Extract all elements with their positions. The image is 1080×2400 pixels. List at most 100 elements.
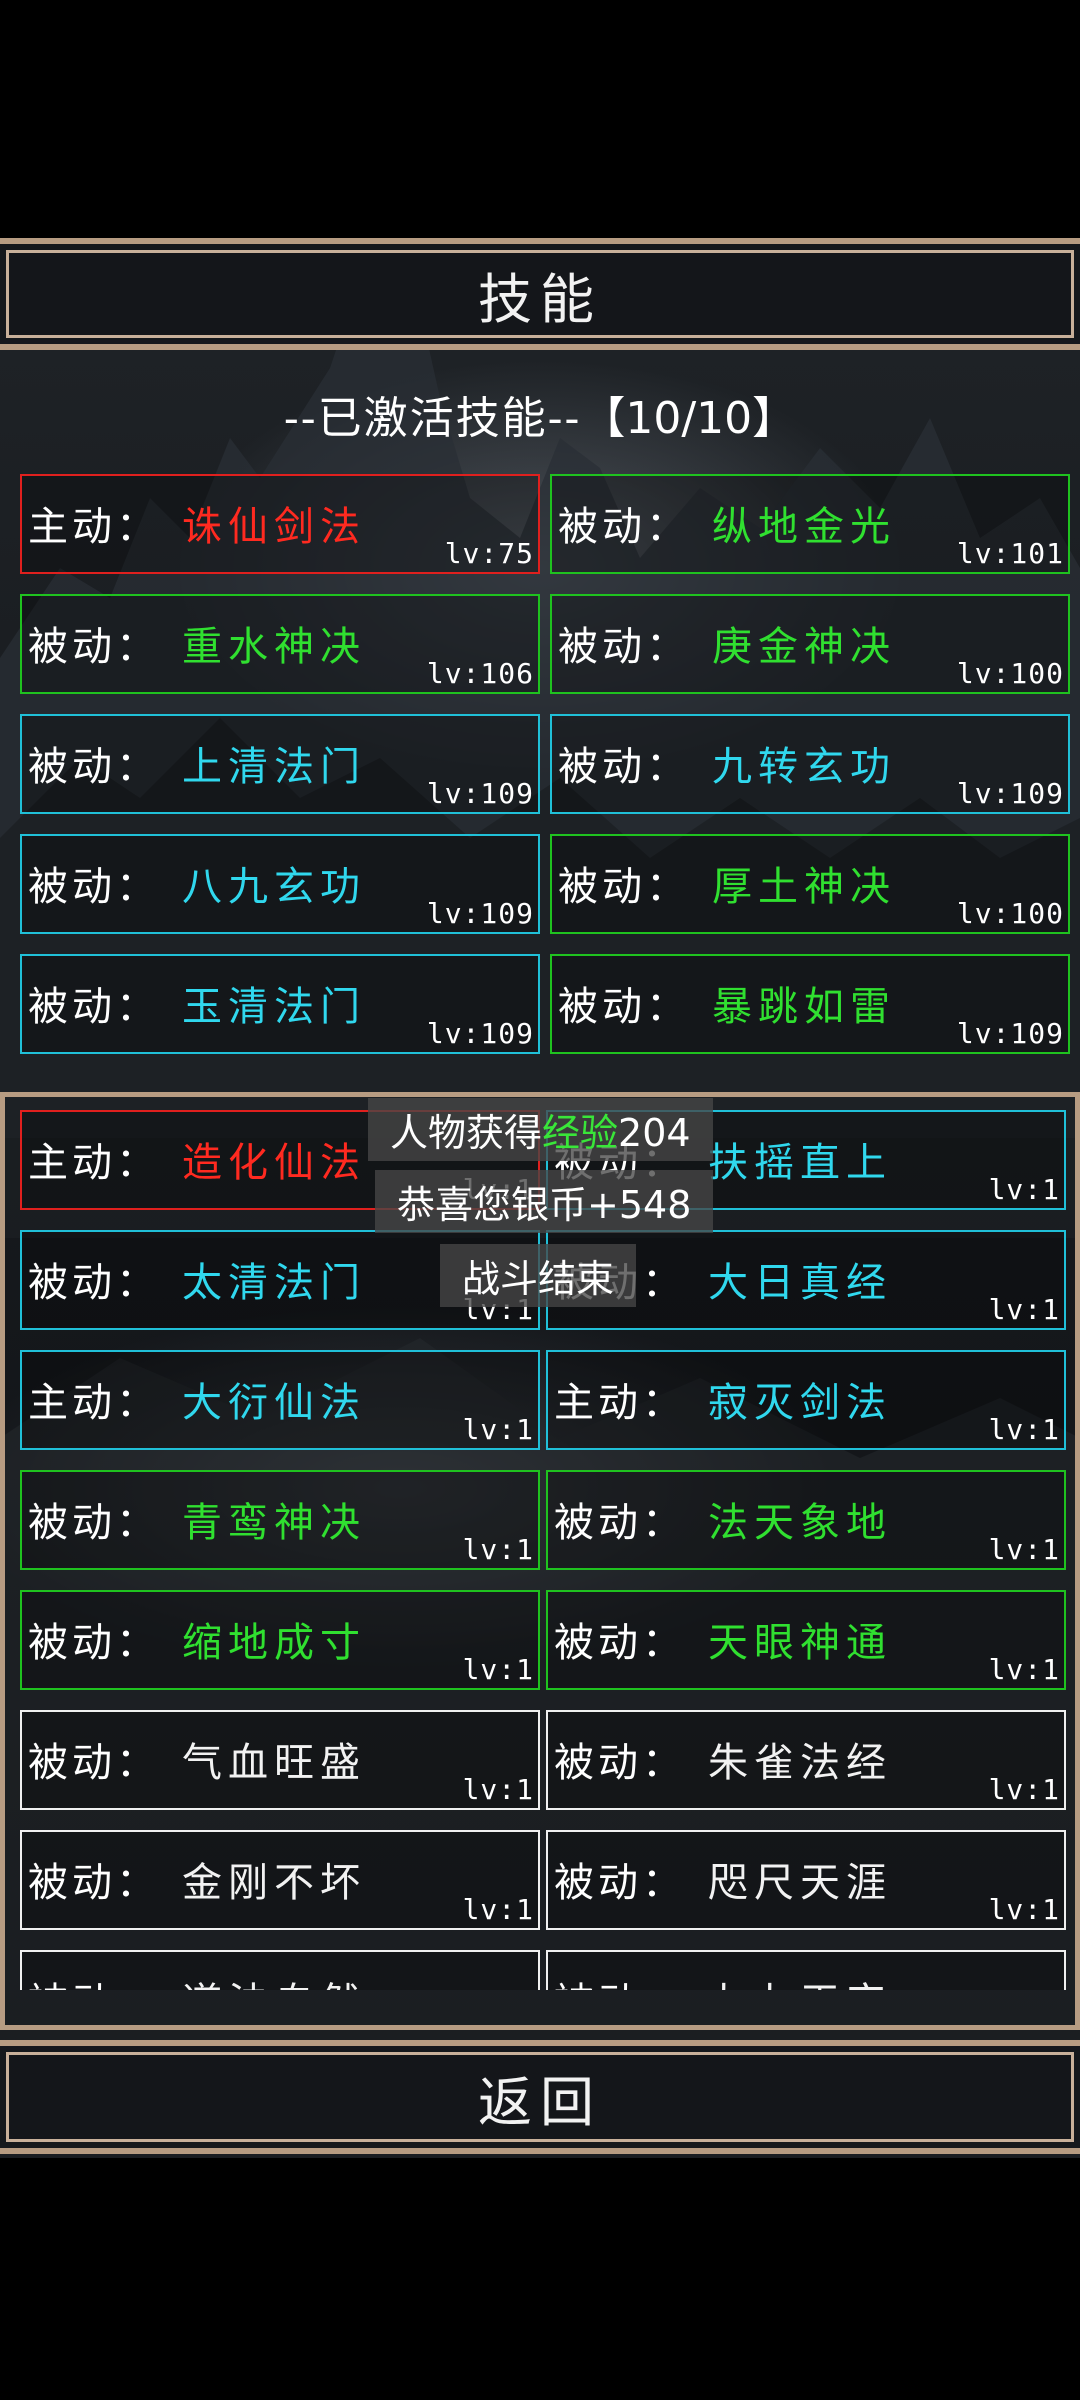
skill-level: lv:1 [988, 1293, 1060, 1326]
skill-name: 气血旺盛 [182, 1740, 366, 1786]
skill-name: 咫尺天涯 [708, 1860, 892, 1906]
skill-level: lv:1 [988, 1173, 1060, 1206]
skill-name: 大日真经 [708, 1260, 892, 1306]
active-skill-card[interactable]: 被动： 玉清法门 lv:109 [20, 954, 540, 1054]
skill-type-label: 被动： [558, 744, 690, 790]
skill-card[interactable]: 被动： 朱雀法经 lv:1 [546, 1710, 1066, 1810]
active-skills-header: --已激活技能--【10/10】 [0, 382, 1080, 446]
skill-card[interactable]: 被动： 气血旺盛 lv:1 [20, 1710, 540, 1810]
skill-level: lv:1 [462, 1893, 534, 1926]
skill-level: lv:1 [462, 1773, 534, 1806]
back-button-label: 返回 [478, 2070, 602, 2134]
active-skill-card[interactable]: 被动： 上清法门 lv:109 [20, 714, 540, 814]
skill-type-label: 被动： [28, 1620, 160, 1666]
title-frame: 技能 [6, 250, 1074, 338]
skill-type-label: 主动： [28, 504, 160, 550]
exp-toast-value: 204 [618, 1111, 691, 1155]
skill-level: lv:1 [462, 1533, 534, 1566]
skill-level: lv:1 [988, 1653, 1060, 1686]
skill-type-label: 被动： [28, 624, 160, 670]
active-skills-label: --已激活技能-- [283, 393, 582, 444]
skill-type-label: 被动： [554, 1970, 686, 1990]
active-skill-card[interactable]: 被动： 厚土神决 lv:100 [550, 834, 1070, 934]
skill-name: 纵地金光 [712, 504, 896, 550]
page-title: 技能 [478, 267, 602, 331]
skill-name: 九九天宫 [708, 1970, 892, 1990]
skill-type-label: 被动： [554, 1740, 686, 1786]
skill-name: 寂灭剑法 [708, 1380, 892, 1426]
skill-name: 道法自然 [182, 1970, 366, 1990]
skill-type-label: 被动： [554, 1620, 686, 1666]
skill-type-label: 被动： [28, 744, 160, 790]
skill-card[interactable]: 被动： 天眼神通 lv:1 [546, 1590, 1066, 1690]
skill-level: lv:101 [956, 537, 1064, 570]
title-bar: 技能 [0, 238, 1080, 350]
active-skill-card[interactable]: 被动： 庚金神决 lv:100 [550, 594, 1070, 694]
skill-type-label: 被动： [28, 1970, 160, 1990]
skill-level: lv:109 [956, 1017, 1064, 1050]
skill-level: lv:1 [988, 1773, 1060, 1806]
skill-type-label: 主动： [554, 1380, 686, 1426]
skill-level: lv:75 [444, 537, 534, 570]
active-skill-card[interactable]: 被动： 暴跳如雷 lv:109 [550, 954, 1070, 1054]
skill-card[interactable]: 被动： 咫尺天涯 lv:1 [546, 1830, 1066, 1930]
skills-list-viewport[interactable]: 主动： 造化仙法 lv:1 被动： 扶摇直上 lv:1 被动： 太清法门 lv:1 被动： 大日真经… [0, 1102, 1080, 1990]
active-skill-card[interactable]: 被动： 重水神决 lv:106 [20, 594, 540, 694]
skill-type-label: 被动： [554, 1500, 686, 1546]
skill-card[interactable]: 主动： 大衍仙法 lv:1 [20, 1350, 540, 1450]
skill-name: 庚金神决 [712, 624, 896, 670]
skill-type-label: 被动： [28, 1260, 160, 1306]
skill-level: lv:109 [426, 777, 534, 810]
back-button[interactable]: 返回 [6, 2052, 1074, 2142]
silver-toast: 恭喜您银币+548 [375, 1170, 714, 1233]
skill-type-label: 被动： [28, 984, 160, 1030]
skill-level: lv:1 [462, 1413, 534, 1446]
skill-type-label: 被动： [558, 624, 690, 670]
skill-card[interactable]: 被动：九九天宫lv:1 [546, 1950, 1066, 1990]
skill-type-label: 主动： [28, 1380, 160, 1426]
skill-name: 缩地成寸 [182, 1620, 366, 1666]
skill-level: lv:109 [956, 777, 1064, 810]
skill-level: lv:106 [426, 657, 534, 690]
skill-card[interactable]: 被动： 法天象地 lv:1 [546, 1470, 1066, 1570]
skill-type-label: 被动： [558, 864, 690, 910]
skill-card[interactable]: 被动： 青鸾神决 lv:1 [20, 1470, 540, 1570]
active-skill-card[interactable]: 被动： 纵地金光 lv:101 [550, 474, 1070, 574]
skill-card[interactable]: 被动： 金刚不坏 lv:1 [20, 1830, 540, 1930]
skill-type-label: 被动： [28, 864, 160, 910]
skill-type-label: 被动： [28, 1500, 160, 1546]
active-skills-count: 【10/10】 [581, 393, 797, 444]
skill-level: lv:100 [956, 897, 1064, 930]
skill-type-label: 被动： [558, 984, 690, 1030]
skill-name: 暴跳如雷 [712, 984, 896, 1030]
skill-card[interactable]: 被动： 缩地成寸 lv:1 [20, 1590, 540, 1690]
skill-card[interactable]: 被动：道法自然lv:1 [20, 1950, 540, 1990]
skill-level: lv:1 [462, 1653, 534, 1686]
exp-toast-highlight: 经验 [542, 1111, 619, 1155]
skill-type-label: 被动： [28, 1860, 160, 1906]
skill-card[interactable]: 主动： 寂灭剑法 lv:1 [546, 1350, 1066, 1450]
skill-name: 太清法门 [182, 1260, 366, 1306]
active-skill-card[interactable]: 主动： 诛仙剑法 lv:75 [20, 474, 540, 574]
skill-name: 法天象地 [708, 1500, 892, 1546]
skill-name: 朱雀法经 [708, 1740, 892, 1786]
skill-type-label: 被动： [554, 1860, 686, 1906]
skill-name: 九转玄功 [712, 744, 896, 790]
skill-name: 青鸾神决 [182, 1500, 366, 1546]
skill-level: lv:100 [956, 657, 1064, 690]
skill-name: 重水神决 [182, 624, 366, 670]
footer-bar: 返回 [0, 2040, 1080, 2154]
skill-name: 八九玄功 [182, 864, 366, 910]
skill-name: 玉清法门 [182, 984, 366, 1030]
active-skill-card[interactable]: 被动： 九转玄功 lv:109 [550, 714, 1070, 814]
skill-name: 诛仙剑法 [182, 504, 366, 550]
skill-name: 造化仙法 [182, 1140, 366, 1186]
skill-level: lv:1 [988, 1893, 1060, 1926]
exp-toast: 人物获得经验204 [368, 1098, 713, 1161]
skill-type-label: 被动： [28, 1740, 160, 1786]
active-skill-card[interactable]: 被动： 八九玄功 lv:109 [20, 834, 540, 934]
skill-name: 天眼神通 [708, 1620, 892, 1666]
skill-name: 金刚不坏 [182, 1860, 366, 1906]
battle-end-toast: 战斗结束 [440, 1244, 637, 1307]
skill-type-label: 主动： [28, 1140, 160, 1186]
